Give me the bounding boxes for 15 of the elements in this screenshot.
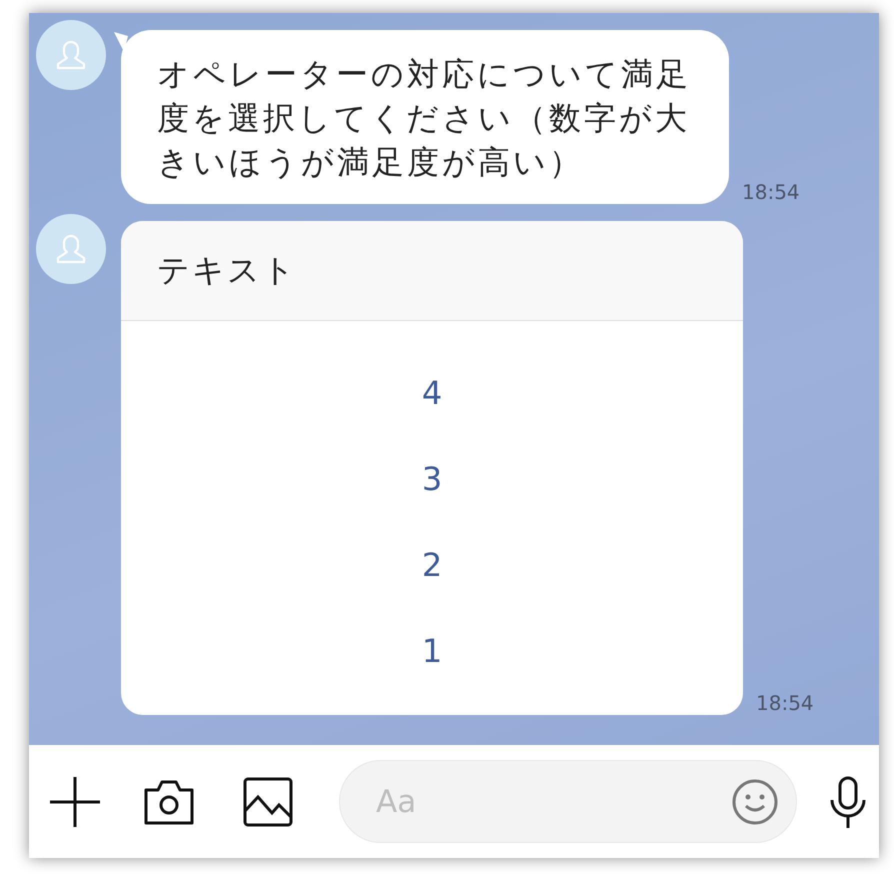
timestamp: 18:54 [756,691,814,715]
avatar-icon [36,214,106,284]
option-button[interactable]: 3 [402,436,462,522]
microphone-icon[interactable] [829,776,867,828]
card-title: テキスト [157,250,297,290]
camera-icon[interactable] [143,778,195,826]
option-button[interactable]: 2 [402,522,462,608]
image-icon[interactable] [243,776,293,826]
smiley-icon[interactable] [731,778,779,826]
timestamp: 18:54 [742,180,800,204]
plus-icon[interactable] [49,776,101,828]
avatar-icon [36,20,106,90]
message-text: オペレーターの対応について満足度を選択してください（数字が大きいほうが満足度が高い） [157,54,692,183]
option-button[interactable]: 1 [402,608,462,694]
option-button[interactable]: 4 [402,350,462,436]
